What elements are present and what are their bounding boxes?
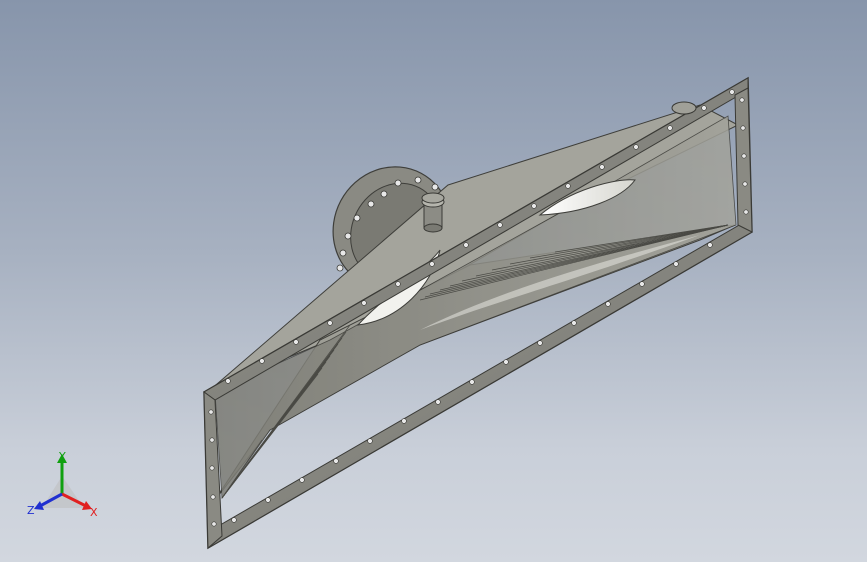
- triad-graphic: Y X Z: [27, 450, 98, 519]
- y-axis-label: Y: [58, 450, 66, 463]
- rear-boss: [671, 101, 697, 115]
- sheet-metal-duct-model[interactable]: [0, 0, 867, 562]
- graphics-viewport[interactable]: Y X Z: [0, 0, 867, 562]
- nozzle-fitting: [421, 192, 445, 233]
- view-orientation-triad[interactable]: Y X Z: [24, 446, 104, 526]
- x-axis-label: X: [90, 506, 98, 519]
- z-axis-label: Z: [27, 504, 35, 517]
